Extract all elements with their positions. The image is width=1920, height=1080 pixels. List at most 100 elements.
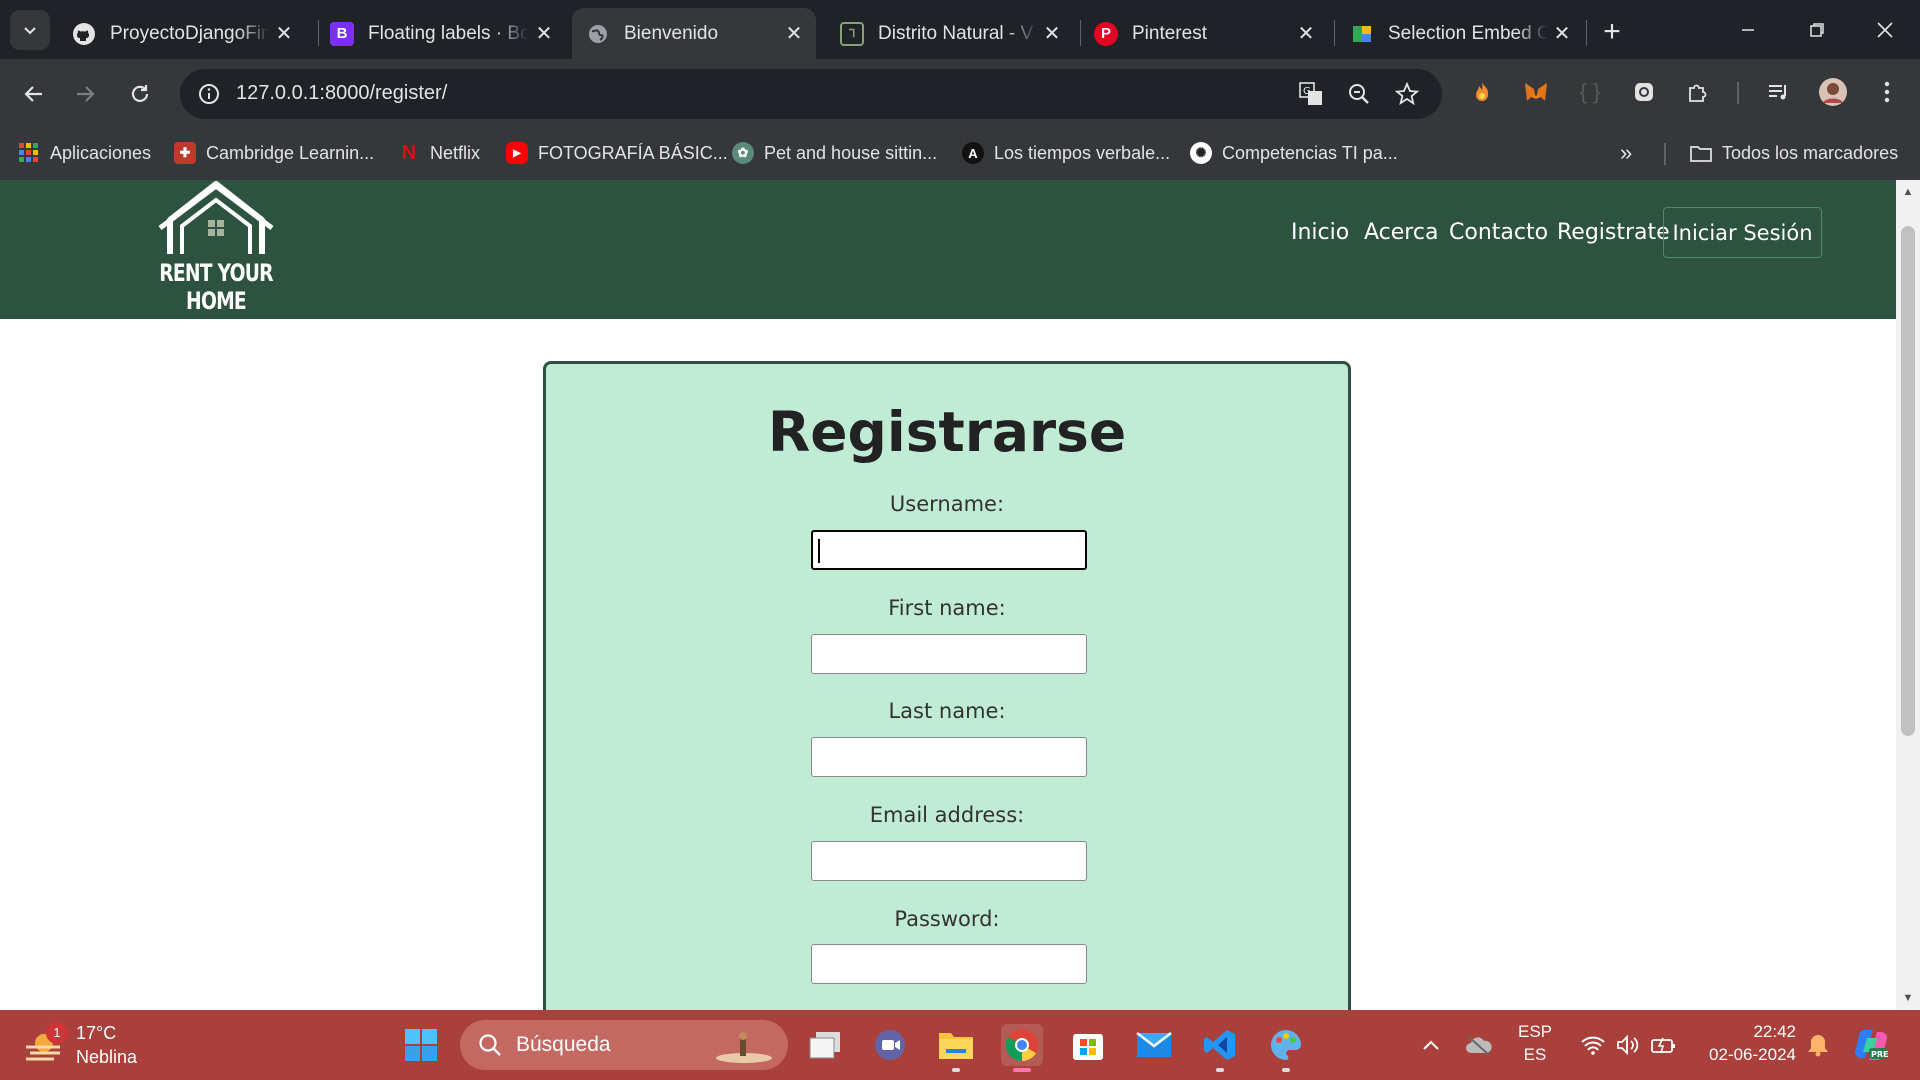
- json-extension-icon[interactable]: { }: [1574, 76, 1606, 108]
- bookmark-tiempos-verbales[interactable]: A Los tiempos verbale...: [962, 138, 1170, 168]
- file-explorer-button[interactable]: [935, 1024, 977, 1072]
- language-top: ESP: [1517, 1022, 1553, 1041]
- site-icon: ᒣ: [840, 21, 864, 46]
- netflix-icon: N: [401, 141, 417, 164]
- bookmark-competencias[interactable]: ✺ Competencias TI pa...: [1190, 138, 1398, 168]
- browser-toolbar: 127.0.0.1:8000/register/ G { }: [0, 59, 1920, 128]
- site-info-icon[interactable]: [194, 79, 224, 109]
- media-control-icon[interactable]: [1762, 76, 1794, 108]
- zoom-icon[interactable]: [1344, 79, 1374, 109]
- taskbar-search[interactable]: Búsqueda: [460, 1020, 788, 1070]
- new-tab-button[interactable]: +: [1594, 14, 1630, 50]
- weather-badge: 1: [46, 1022, 68, 1044]
- page-scrollbar[interactable]: ▲ ▼: [1896, 180, 1920, 1010]
- close-icon[interactable]: ✕: [782, 21, 806, 45]
- tab-selection-embed[interactable]: Selection Embed C ✕: [1336, 8, 1584, 59]
- menu-dots-icon[interactable]: [1871, 76, 1903, 108]
- scrollbar-thumb[interactable]: [1901, 226, 1915, 736]
- bookmark-pet-house[interactable]: ✿ Pet and house sittin...: [732, 138, 937, 168]
- login-button[interactable]: Iniciar Sesión: [1663, 207, 1822, 258]
- teams-chat-button[interactable]: [869, 1024, 911, 1066]
- reload-button[interactable]: [118, 72, 162, 116]
- bookmark-star-icon[interactable]: [1392, 79, 1422, 109]
- nav-acerca[interactable]: Acerca: [1364, 220, 1438, 245]
- back-button[interactable]: [12, 72, 56, 116]
- chatgpt-icon: ✺: [1190, 142, 1212, 164]
- scroll-up-icon[interactable]: ▲: [1902, 186, 1914, 198]
- first-name-input[interactable]: [811, 634, 1087, 674]
- bookmark-cambridge[interactable]: ✚ Cambridge Learnin...: [174, 138, 374, 168]
- tab-distrito-natural[interactable]: ᒣ Distrito Natural - V ✕: [826, 8, 1074, 59]
- mail-button[interactable]: [1133, 1024, 1175, 1066]
- show-hidden-icons-button[interactable]: [1410, 1024, 1452, 1066]
- extensions-puzzle-icon[interactable]: [1682, 76, 1714, 108]
- language-indicator[interactable]: ESP ES: [1516, 1020, 1554, 1066]
- more-bookmarks-button[interactable]: »: [1620, 138, 1632, 168]
- clock-date: 02-06-2024: [1709, 1045, 1796, 1064]
- password-input[interactable]: [811, 944, 1087, 984]
- metamask-icon[interactable]: [1520, 76, 1552, 108]
- tab-title: Bienvenido: [624, 22, 719, 44]
- start-button[interactable]: [400, 1024, 442, 1066]
- vscode-button[interactable]: [1199, 1024, 1241, 1072]
- tab-bootstrap[interactable]: B Floating labels · Bootstrap ✕: [316, 8, 566, 59]
- paint-button[interactable]: [1265, 1024, 1307, 1072]
- tab-bienvenido[interactable]: Bienvenido ✕: [572, 8, 816, 59]
- task-view-button[interactable]: [804, 1024, 846, 1066]
- tab-pinterest[interactable]: P Pinterest ✕: [1080, 8, 1328, 59]
- email-input[interactable]: [811, 841, 1087, 881]
- battery-button[interactable]: [1643, 1024, 1685, 1066]
- logo-text: RENT YOUR HOME: [159, 259, 273, 315]
- last-name-input[interactable]: [811, 737, 1087, 777]
- close-icon[interactable]: ✕: [1040, 21, 1064, 45]
- bookmark-label: Pet and house sittin...: [764, 142, 938, 163]
- close-window-button[interactable]: [1862, 10, 1908, 50]
- profile-avatar[interactable]: [1817, 76, 1849, 108]
- toolbar-separator: [1737, 82, 1739, 104]
- username-input[interactable]: [811, 530, 1087, 570]
- weather-widget[interactable]: 1 17°C Neblina: [24, 1020, 137, 1070]
- arrow-left-icon: [24, 86, 42, 102]
- record-extension-icon[interactable]: [1628, 76, 1660, 108]
- nav-inicio[interactable]: Inicio: [1291, 220, 1349, 245]
- close-icon[interactable]: ✕: [532, 21, 556, 45]
- bell-icon: [1808, 1035, 1828, 1057]
- nav-registrate[interactable]: Registrate: [1557, 220, 1670, 245]
- close-icon[interactable]: ✕: [1294, 21, 1318, 45]
- microsoft-store-button[interactable]: [1067, 1024, 1109, 1066]
- copilot-button[interactable]: PRE: [1850, 1024, 1892, 1066]
- cambridge-shield-icon: ✚: [174, 142, 196, 164]
- restore-button[interactable]: [1794, 10, 1840, 50]
- clock-time: 22:42: [1753, 1022, 1796, 1041]
- tab-github[interactable]: ProyectoDjangoFinal ✕: [58, 8, 306, 59]
- scroll-down-icon[interactable]: ▼: [1902, 992, 1914, 1004]
- tab-search-button[interactable]: [10, 10, 50, 50]
- last-name-label: Last name:: [888, 699, 1006, 723]
- close-icon[interactable]: ✕: [1550, 21, 1574, 45]
- translate-icon[interactable]: G: [1296, 79, 1326, 109]
- folder-icon: [1690, 142, 1712, 164]
- forward-button[interactable]: [63, 72, 107, 116]
- close-icon: [1877, 22, 1893, 38]
- tab-strip: ProyectoDjangoFinal ✕ B Floating labels …: [0, 0, 1920, 59]
- onedrive-button[interactable]: [1458, 1024, 1500, 1066]
- paint-palette-icon: [1271, 1030, 1301, 1060]
- svg-text:G: G: [1303, 86, 1311, 97]
- minimize-button[interactable]: [1725, 10, 1771, 50]
- bookmark-fotografia[interactable]: ▶ FOTOGRAFÍA BÁSIC...: [506, 138, 728, 168]
- site-logo[interactable]: RENT YOUR HOME: [130, 180, 302, 315]
- bookmark-aplicaciones[interactable]: Aplicaciones: [18, 138, 151, 168]
- nav-contacto[interactable]: Contacto: [1449, 220, 1548, 245]
- chrome-button[interactable]: [1001, 1024, 1043, 1072]
- bookmark-label: FOTOGRAFÍA BÁSIC...: [538, 142, 728, 163]
- notifications-button[interactable]: [1797, 1024, 1839, 1066]
- address-bar[interactable]: 127.0.0.1:8000/register/ G: [180, 69, 1442, 119]
- password-label: Password:: [894, 907, 1000, 931]
- close-icon[interactable]: ✕: [272, 21, 296, 45]
- all-bookmarks-button[interactable]: Todos los marcadores: [1690, 138, 1898, 168]
- clock[interactable]: 22:42 02-06-2024: [1696, 1020, 1796, 1066]
- bookmark-netflix[interactable]: N Netflix: [398, 138, 480, 168]
- figma-icon: [1350, 22, 1374, 46]
- fire-extension-icon[interactable]: [1466, 76, 1498, 108]
- running-indicator: [952, 1068, 960, 1072]
